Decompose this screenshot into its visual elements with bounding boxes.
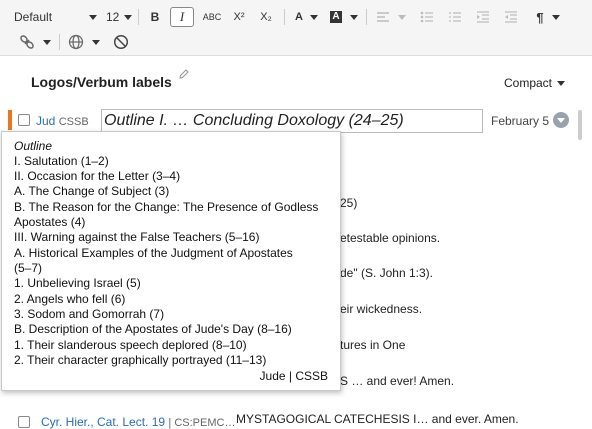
paragraph-direction-button[interactable]: ¶	[532, 7, 548, 27]
chevron-down-icon[interactable]	[43, 40, 51, 45]
chevron-down-icon[interactable]	[92, 40, 100, 45]
reference-text[interactable]: Jud	[36, 114, 55, 128]
outline-line: B. The Reason for the Change: The Presen…	[14, 200, 319, 214]
edit-icon[interactable]	[178, 68, 190, 80]
subscript-button[interactable]: X₂	[257, 7, 275, 27]
outline-line: 1. Unbelieving Israel (5)	[14, 276, 141, 290]
chevron-down-icon[interactable]	[310, 15, 318, 20]
chevron-down-icon[interactable]	[552, 15, 560, 20]
toolbar-row-formatting: Default 12 B I ABC X² X₂ A A ¶	[0, 5, 592, 29]
chevron-down-icon[interactable]	[89, 15, 97, 20]
italic-button[interactable]: I	[170, 7, 194, 27]
bold-button[interactable]: B	[146, 7, 164, 27]
resource-abbrev: | CS:PEMC…	[168, 417, 236, 429]
align-left-icon[interactable]	[376, 11, 390, 23]
outline-line: II. Occasion for the Letter (3–4)	[14, 169, 181, 183]
indent-icon[interactable]	[476, 11, 490, 23]
label-snippet: MYSTAGOGICAL CATECHESIS I… and ever. Ame…	[236, 412, 519, 426]
outline-line: A. The Change of Subject (3)	[14, 184, 170, 198]
label-input[interactable]: Outline I. … Concluding Doxology (24–25)	[101, 109, 483, 133]
label-snippet: 25)	[340, 196, 358, 210]
bulleted-list-icon[interactable]	[420, 11, 434, 23]
outline-line: B. Description of the Apostates of Jude'…	[14, 322, 292, 336]
toolbar-divider	[59, 34, 60, 50]
row-checkbox[interactable]	[18, 416, 30, 428]
chevron-down-icon[interactable]	[557, 81, 565, 86]
superscript-button[interactable]: X²	[230, 7, 248, 27]
font-color-button[interactable]: A	[292, 7, 306, 27]
resource-abbrev: CSSB	[58, 116, 89, 128]
chevron-down-icon[interactable]	[124, 15, 132, 20]
label-snippet: de" (S. John 1:3).	[340, 266, 433, 280]
outline-line: A. Historical Examples of the Judgment o…	[14, 246, 293, 260]
panel-title: Logos/Verbum labels	[31, 74, 172, 90]
small-caps-button[interactable]: ABC	[200, 7, 224, 27]
tooltip-source: Jude | CSSB	[259, 369, 328, 383]
clear-formatting-icon[interactable]	[113, 34, 129, 50]
label-snippet: eir wickedness.	[340, 302, 423, 316]
outline-line: 1. Their slanderous speech deplored (8–1…	[14, 338, 247, 352]
label-snippet: etestable opinions.	[340, 231, 441, 245]
outline-line: (5–7)	[14, 261, 43, 275]
toolbar-row-insert	[0, 30, 592, 54]
outline-line: III. Warning against the False Teachers …	[14, 230, 260, 244]
globe-icon[interactable]	[68, 34, 84, 50]
outline-line: 2. Their character graphically portrayed…	[14, 353, 267, 367]
outline-line: Apostates (4)	[14, 215, 86, 229]
label-snippet: S … and ever! Amen.	[340, 374, 455, 388]
label-snippet: tures in One	[340, 338, 406, 352]
tooltip-heading: Outline	[14, 139, 53, 153]
outline-line: 3. Sodom and Gomorrah (7)	[14, 307, 165, 321]
toolbar-divider	[138, 9, 139, 25]
outline-line: I. Salutation (1–2)	[14, 154, 109, 168]
selected-row-indicator	[8, 110, 12, 130]
outline-line: 2. Angels who fell (6)	[14, 292, 126, 306]
font-family-select[interactable]: Default	[14, 10, 52, 24]
highlight-icon: A	[330, 11, 342, 23]
view-mode-select[interactable]: Compact	[504, 76, 552, 90]
scrollbar-thumb[interactable]	[578, 110, 582, 140]
highlight-button[interactable]: A	[328, 7, 344, 27]
reference-link[interactable]: Jud CSSB	[36, 114, 89, 128]
row-date: February 5	[491, 114, 550, 128]
row-menu-button[interactable]	[553, 112, 569, 128]
row-checkbox[interactable]	[18, 114, 30, 126]
chevron-down-icon[interactable]	[398, 15, 406, 20]
link-icon[interactable]	[19, 34, 37, 50]
toolbar-divider	[366, 9, 367, 25]
label-tooltip: Outline I. Salutation (1–2) II. Occasion…	[1, 131, 341, 391]
outdent-icon[interactable]	[504, 11, 518, 23]
font-size-select[interactable]: 12	[106, 10, 119, 24]
toolbar-divider	[284, 9, 285, 25]
editor-toolbar: Default 12 B I ABC X² X₂ A A ¶	[0, 0, 592, 56]
numbered-list-icon[interactable]	[448, 11, 462, 23]
chevron-down-icon[interactable]	[350, 15, 358, 20]
